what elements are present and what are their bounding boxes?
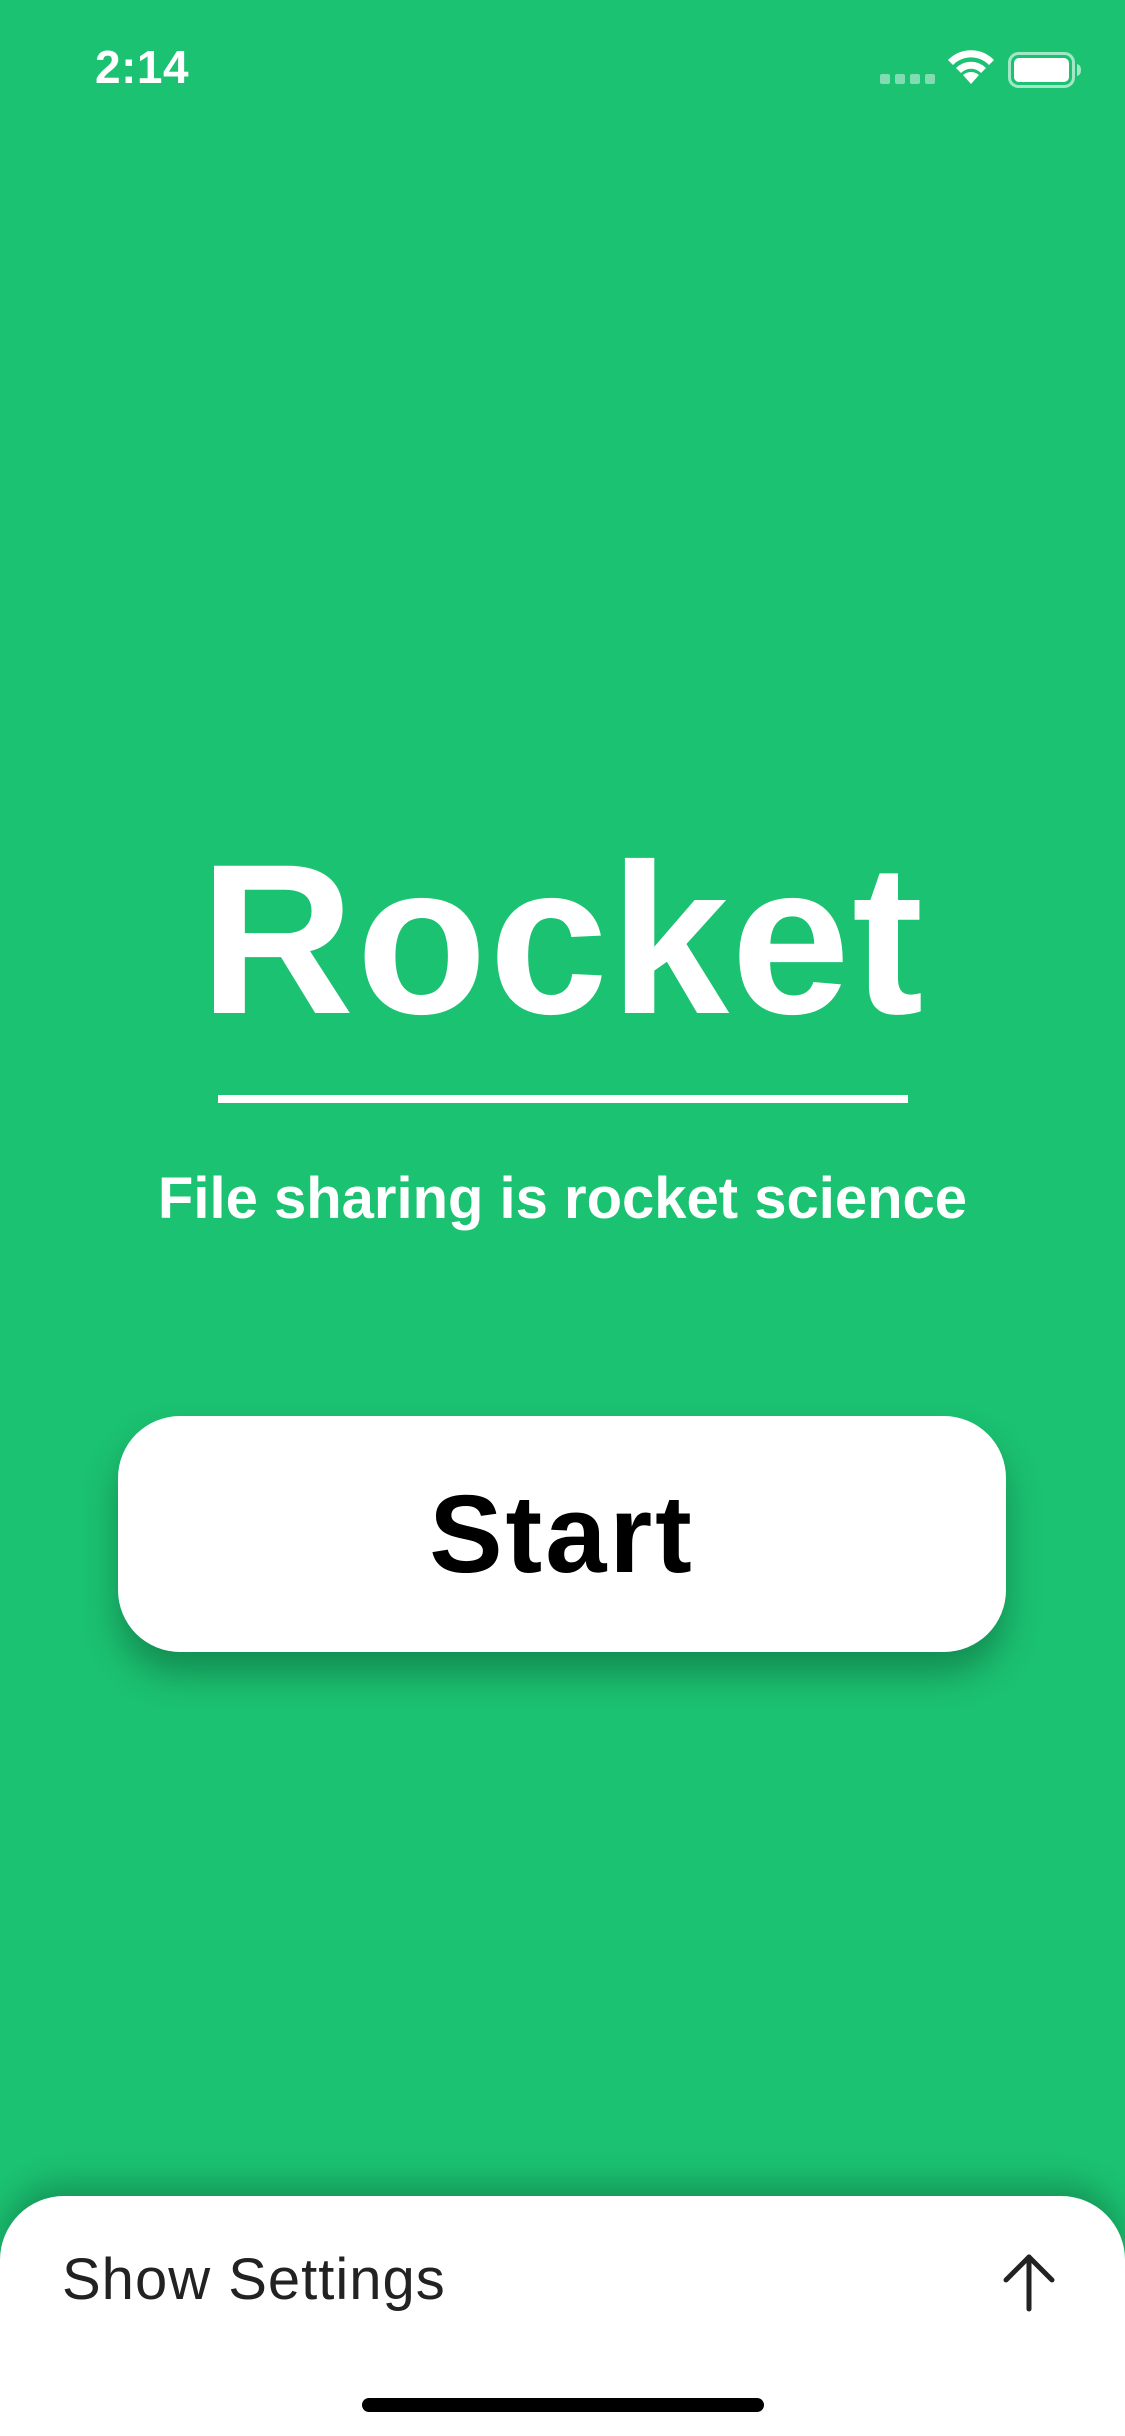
show-settings-toggle[interactable]: Show Settings bbox=[0, 2196, 1125, 2366]
show-settings-label: Show Settings bbox=[62, 2247, 446, 2312]
app-title: Rocket bbox=[199, 820, 926, 1059]
status-time: 2:14 bbox=[95, 41, 190, 93]
settings-bottom-sheet: Show Settings bbox=[0, 2196, 1125, 2436]
home-indicator[interactable] bbox=[362, 2398, 764, 2412]
arrow-up-icon bbox=[1003, 2254, 1055, 2312]
start-button[interactable]: Start bbox=[118, 1416, 1006, 1652]
wifi-icon bbox=[948, 50, 994, 84]
status-bar: 2:14 bbox=[0, 0, 1125, 140]
battery-icon bbox=[1008, 52, 1081, 88]
cellular-signal-icon bbox=[880, 74, 935, 84]
app-screen: 2:14 Rocket File sharing is rocket scien… bbox=[0, 0, 1125, 2436]
app-tagline: File sharing is rocket science bbox=[157, 1166, 968, 1231]
title-divider bbox=[218, 1095, 908, 1103]
start-button-label: Start bbox=[429, 1472, 695, 1596]
